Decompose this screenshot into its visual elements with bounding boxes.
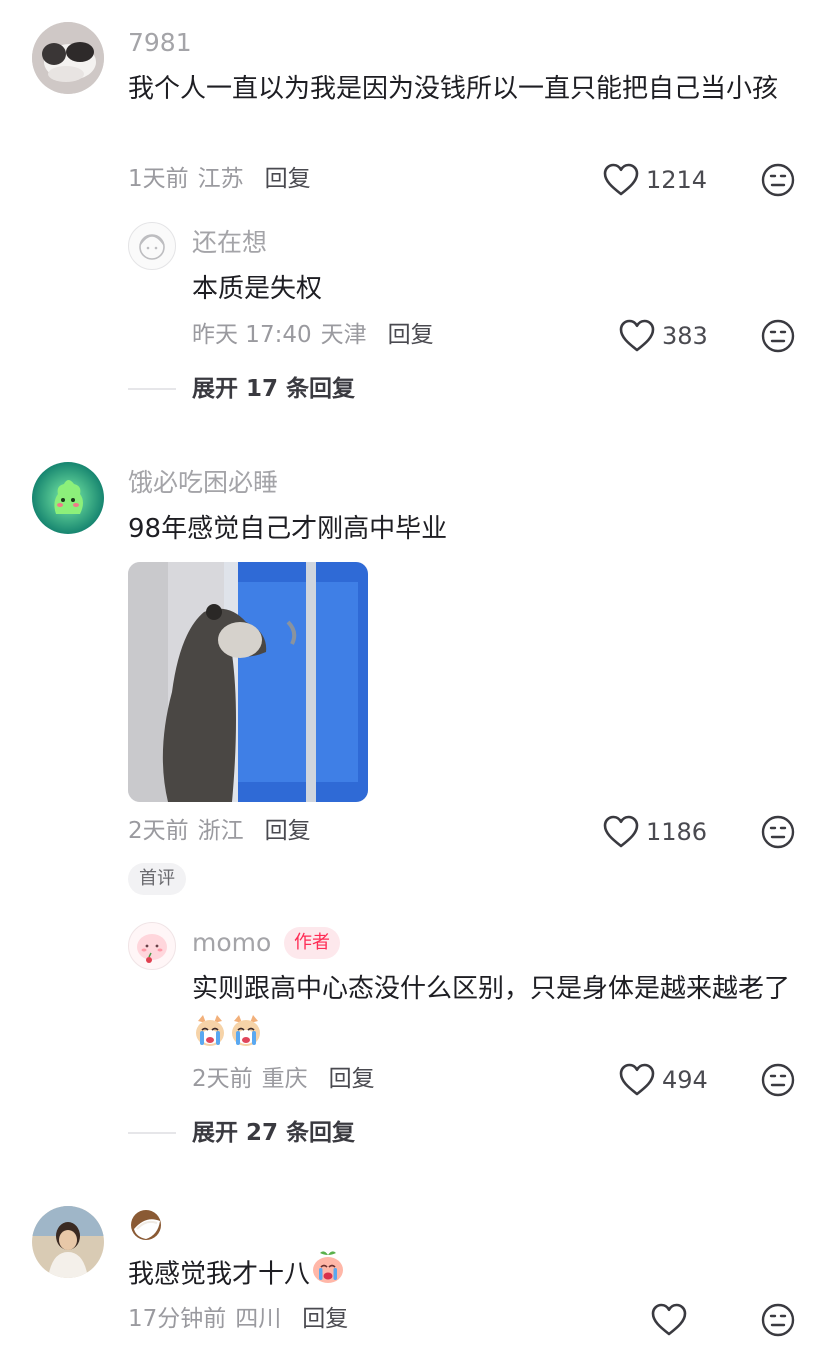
like-count: 383 <box>662 322 708 350</box>
heart-icon[interactable] <box>602 162 640 198</box>
comment-text: 98年感觉自己才刚高中毕业 <box>128 514 448 544</box>
divider <box>128 388 176 390</box>
author-badge: 作者 <box>284 927 340 959</box>
comment-location: 四川 <box>235 1306 282 1332</box>
comment-text: 我感觉我才十八 <box>128 1249 800 1301</box>
reply-time: 2天前 <box>192 1066 253 1092</box>
comment-time: 17分钟前 <box>128 1306 227 1332</box>
crying-peach-emoji <box>310 1249 346 1301</box>
reply-location: 天津 <box>320 322 367 348</box>
heart-icon[interactable] <box>650 1302 688 1338</box>
dislike-face-icon[interactable] <box>761 319 795 357</box>
comment-meta: 2天前 浙江 回复 <box>128 816 311 846</box>
heart-icon[interactable] <box>618 1062 656 1098</box>
avatar[interactable] <box>32 22 104 94</box>
avatar[interactable] <box>128 922 176 970</box>
reply-meta: 2天前 重庆 回复 <box>192 1064 375 1094</box>
dislike-face-icon[interactable] <box>761 815 795 853</box>
crying-dog-emoji <box>192 1013 228 1065</box>
reply-meta: 昨天 17:40 天津 回复 <box>192 320 434 350</box>
comment-location: 浙江 <box>197 818 244 844</box>
comment-image[interactable] <box>128 562 368 802</box>
reply-location: 重庆 <box>261 1066 308 1092</box>
comment-time: 2天前 <box>128 818 189 844</box>
like-button[interactable]: 1186 <box>602 814 707 850</box>
comment-username[interactable]: 饿必吃困必睡 <box>128 468 278 498</box>
reply-button[interactable]: 回复 <box>265 164 311 194</box>
heart-icon[interactable] <box>602 814 640 850</box>
like-button[interactable]: 494 <box>618 1062 708 1098</box>
comment-text: 我个人一直以为我是因为没钱所以一直只能把自己当小孩 <box>128 74 779 104</box>
avatar[interactable] <box>32 1206 104 1278</box>
like-button[interactable] <box>650 1302 688 1338</box>
dislike-face-icon[interactable] <box>761 1063 795 1101</box>
reply-username[interactable]: momo <box>192 928 271 958</box>
reply-button[interactable]: 回复 <box>388 320 434 350</box>
avatar[interactable] <box>32 462 104 534</box>
dislike-face-icon[interactable] <box>761 1303 795 1341</box>
reply-time: 昨天 17:40 <box>192 322 312 348</box>
avatar[interactable] <box>128 222 176 270</box>
dislike-face-icon[interactable] <box>761 163 795 201</box>
expand-replies-button[interactable]: 展开 17 条回复 <box>192 374 355 404</box>
first-comment-badge: 首评 <box>128 863 186 895</box>
heart-icon[interactable] <box>618 318 656 354</box>
comment-meta: 17分钟前 四川 回复 <box>128 1304 348 1334</box>
comment-time: 1天前 <box>128 166 189 192</box>
reply-text: 本质是失权 <box>192 274 323 304</box>
comment-meta: 1天前 江苏 回复 <box>128 164 311 194</box>
reply-button[interactable]: 回复 <box>265 816 311 846</box>
divider <box>128 1132 176 1134</box>
reply-text: 实则跟高中心态没什么区别，只是身体是越来越老了 <box>192 965 792 1065</box>
comment-location: 江苏 <box>197 166 244 192</box>
like-count: 1186 <box>646 818 708 846</box>
reply-username[interactable]: 还在想 <box>192 228 267 258</box>
comment-username[interactable]: 7981 <box>128 28 192 58</box>
like-count: 494 <box>662 1066 708 1094</box>
like-button[interactable]: 383 <box>618 318 708 354</box>
like-button[interactable]: 1214 <box>602 162 707 198</box>
reply-text-content: 实则跟高中心态没什么区别，只是身体是越来越老了 <box>192 974 791 1004</box>
coconut-emoji <box>128 1207 164 1247</box>
comment-text-content: 我感觉我才十八 <box>128 1259 311 1290</box>
reply-button[interactable]: 回复 <box>329 1064 375 1094</box>
crying-dog-emoji <box>228 1013 264 1065</box>
like-count: 1214 <box>646 166 708 194</box>
expand-replies-button[interactable]: 展开 27 条回复 <box>192 1118 355 1148</box>
reply-button[interactable]: 回复 <box>302 1304 348 1334</box>
